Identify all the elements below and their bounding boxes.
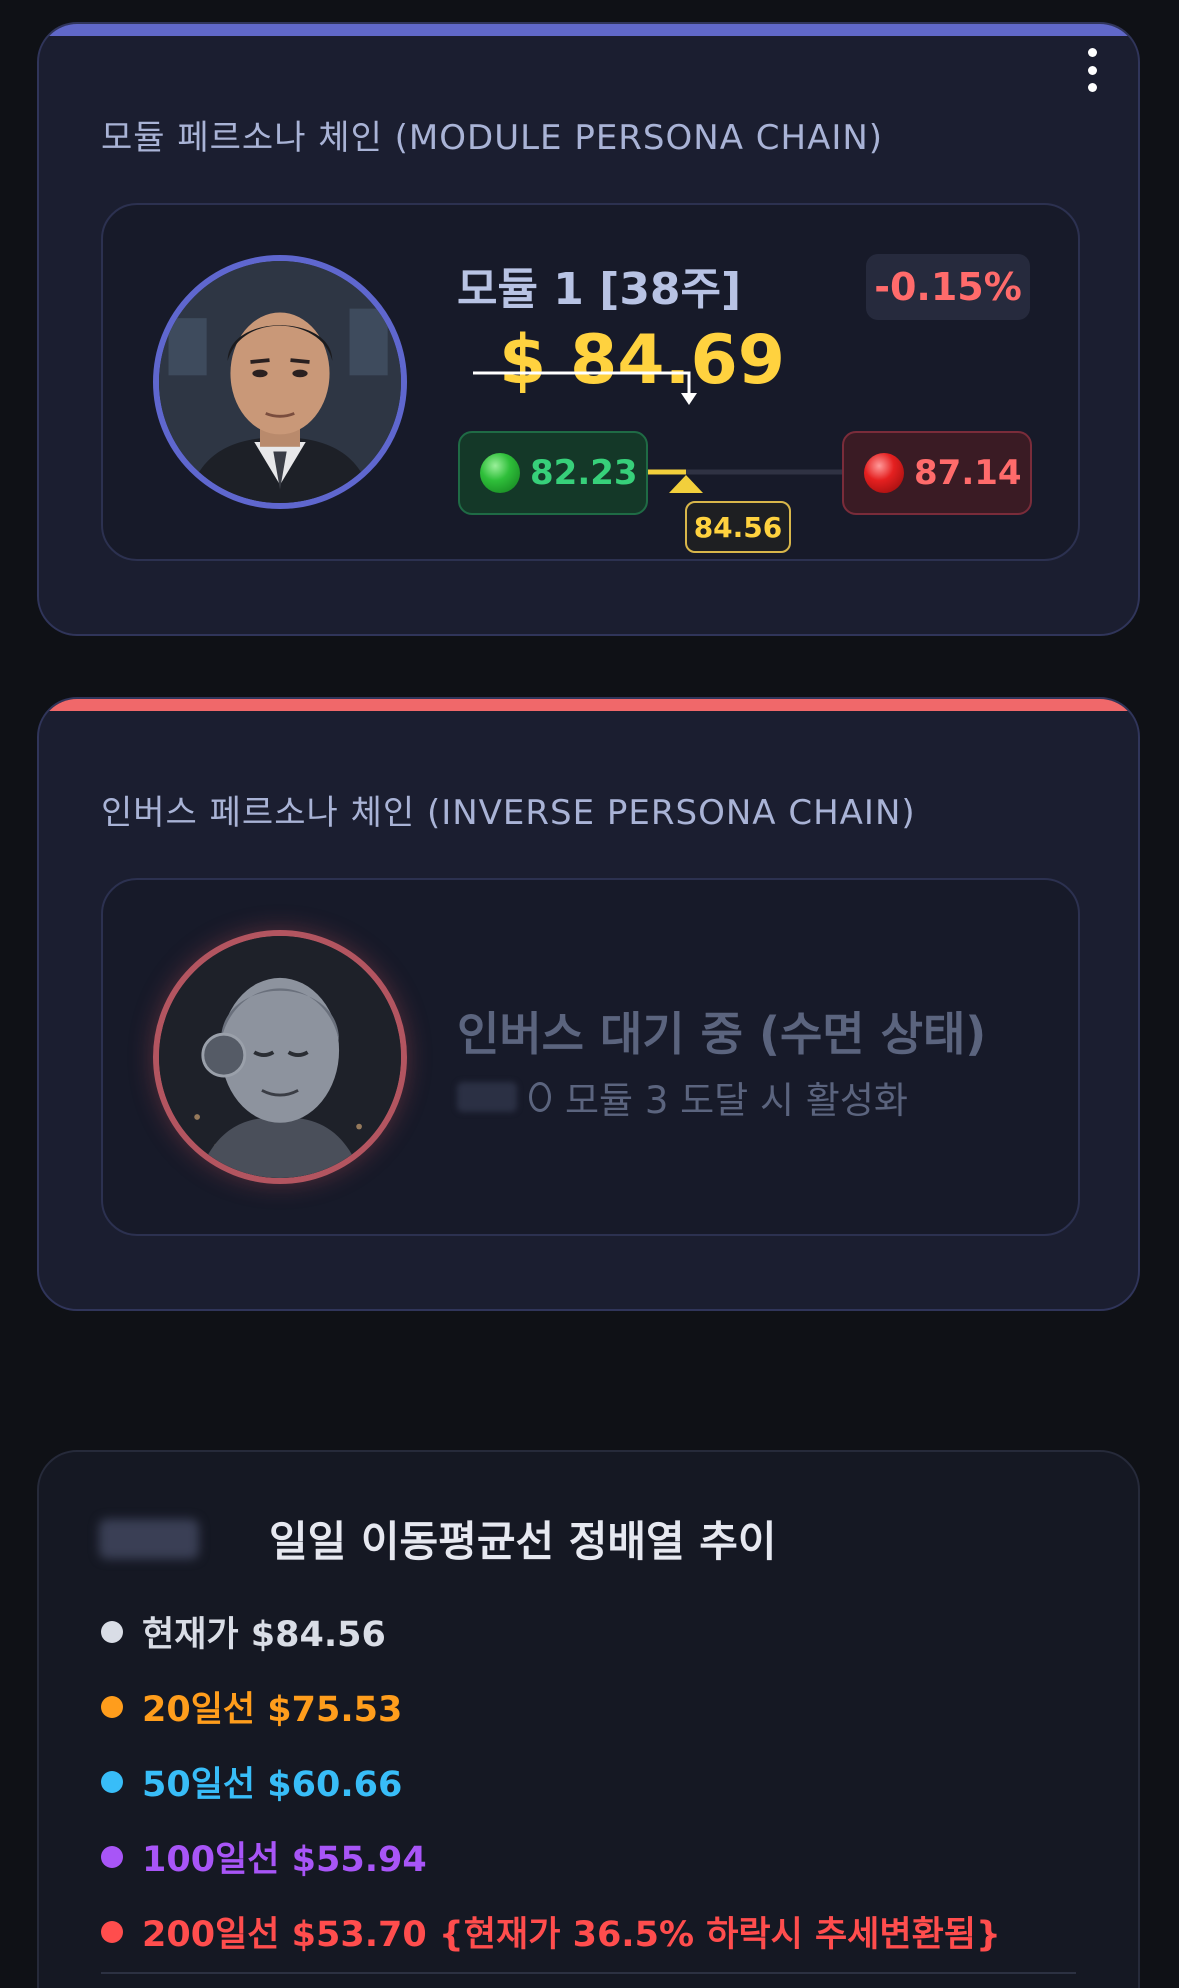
inverse-activation-note: 모듈 3 도달 시 활성화 xyxy=(457,1070,908,1124)
inverse-persona-card: 인버스 페르소나 체인 (INVERSE PERSONA CHAIN) 인버스 … xyxy=(37,697,1140,1311)
ma-header: 일일 이동평균선 정배열 추이 xyxy=(99,1508,777,1569)
module-persona-panel: 모듈 1 [38주] -0.15% $ 84.69 82.23 87.14 84… xyxy=(101,203,1080,561)
card-accent-bar xyxy=(39,24,1138,36)
module-card-title: 모듈 페르소나 체인 (MODULE PERSONA CHAIN) xyxy=(101,118,884,158)
inverse-persona-panel: 인버스 대기 중 (수면 상태) 모듈 3 도달 시 활성화 xyxy=(101,878,1080,1236)
current-marker-label: 84.56 xyxy=(685,501,791,553)
ma-label: 20일선 $75.53 xyxy=(142,1690,403,1730)
inverse-status: 인버스 대기 중 (수면 상태) xyxy=(457,1007,987,1061)
current-price: $ 84.69 xyxy=(499,321,786,400)
ma-label: 50일선 $60.66 xyxy=(142,1765,403,1805)
more-menu-icon[interactable] xyxy=(1086,48,1098,92)
high-range-box: 87.14 xyxy=(842,431,1032,515)
ma-title: 일일 이동평균선 정배열 추이 xyxy=(269,1517,777,1566)
ma-item-20: 20일선 $75.53 xyxy=(101,1669,1001,1744)
low-range-box: 82.23 xyxy=(458,431,648,515)
ma-dot-icon xyxy=(101,1695,123,1718)
ma-item-current: 현재가 $84.56 xyxy=(101,1594,1001,1669)
change-badge: -0.15% xyxy=(866,254,1030,320)
red-dot-icon xyxy=(864,453,904,493)
ma-item-200: 200일선 $53.70 {현재가 36.5% 하락시 추세변환됨} xyxy=(101,1894,1001,1969)
chart-icon xyxy=(99,1518,199,1559)
hourglass-icon xyxy=(457,1082,517,1112)
ma-dot-icon xyxy=(101,1770,123,1793)
moving-average-card: 일일 이동평균선 정배열 추이 현재가 $84.56 20일선 $75.53 5… xyxy=(37,1450,1140,1988)
inverse-avatar xyxy=(153,930,407,1184)
card-accent-bar xyxy=(39,699,1138,711)
divider xyxy=(101,1972,1076,1974)
page: 모듈 페르소나 체인 (MODULE PERSONA CHAIN) 모듈 1 [… xyxy=(0,0,1179,1988)
ma-dot-icon xyxy=(101,1620,123,1643)
ma-list: 현재가 $84.56 20일선 $75.53 50일선 $60.66 100일선… xyxy=(101,1594,1001,1969)
ma-label: 200일선 $53.70 {현재가 36.5% 하락시 추세변환됨} xyxy=(142,1915,1001,1955)
persona-avatar xyxy=(153,255,407,509)
module-persona-card: 모듈 페르소나 체인 (MODULE PERSONA CHAIN) 모듈 1 [… xyxy=(37,22,1140,636)
high-value: 87.14 xyxy=(914,453,1022,493)
green-dot-icon xyxy=(480,453,520,493)
inverse-sub-label: 모듈 3 도달 시 활성화 xyxy=(565,1079,908,1122)
low-value: 82.23 xyxy=(530,453,638,493)
inverse-card-title: 인버스 페르소나 체인 (INVERSE PERSONA CHAIN) xyxy=(101,793,916,833)
ma-item-100: 100일선 $55.94 xyxy=(101,1819,1001,1894)
ma-label: 100일선 $55.94 xyxy=(142,1840,427,1880)
ring-icon xyxy=(529,1082,551,1112)
ma-dot-icon xyxy=(101,1845,123,1868)
ma-dot-icon xyxy=(101,1920,123,1943)
ma-item-50: 50일선 $60.66 xyxy=(101,1744,1001,1819)
module-name: 모듈 1 [38주] xyxy=(457,264,742,315)
price-marker-triangle xyxy=(669,475,703,493)
ma-label: 현재가 $84.56 xyxy=(142,1615,386,1655)
